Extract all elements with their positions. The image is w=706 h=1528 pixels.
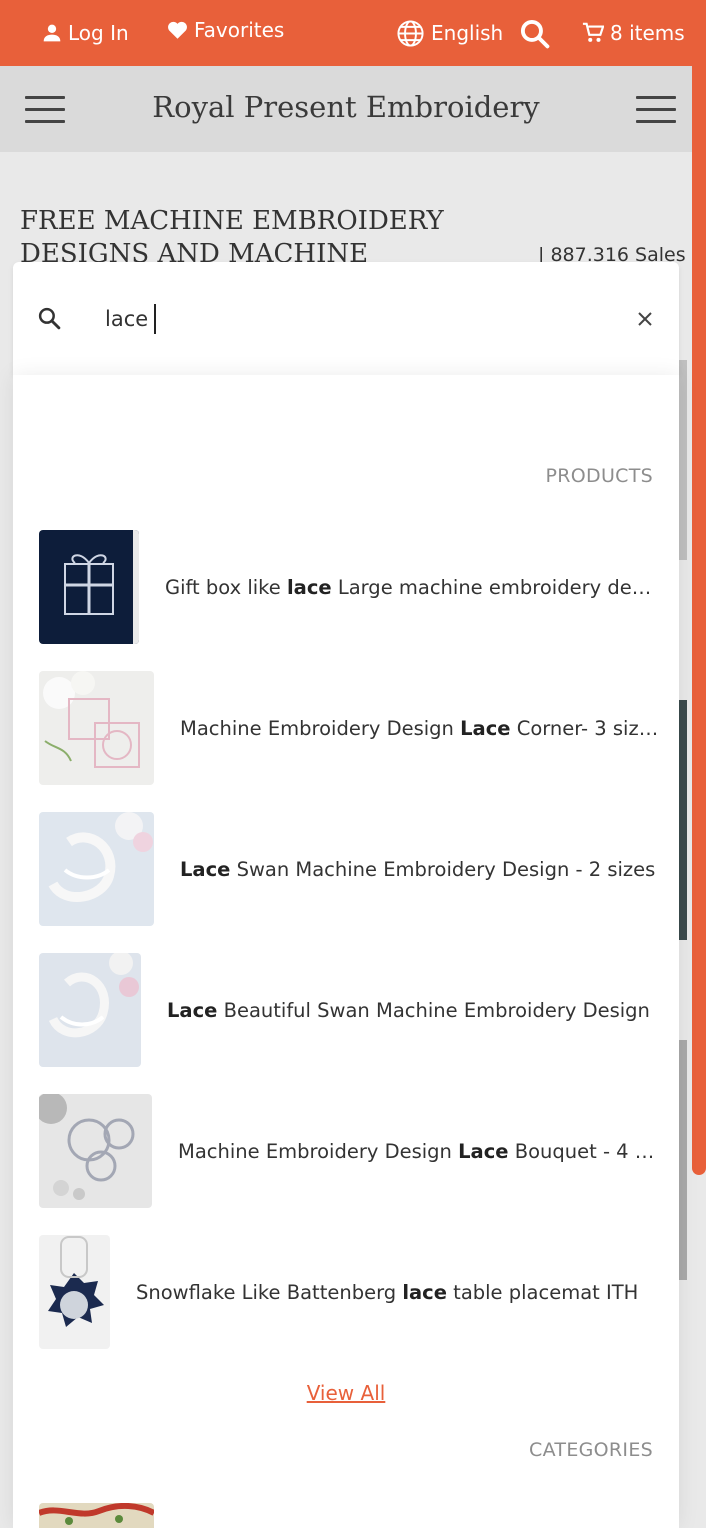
login-label: Log In	[68, 21, 129, 45]
heart-icon	[168, 21, 187, 39]
product-thumbnail	[39, 953, 141, 1067]
product-title: Snowflake Like Battenberg lace table pla…	[136, 1280, 639, 1304]
product-result[interactable]: Machine Embroidery Design Lace Corner- 3…	[39, 670, 659, 786]
search-icon	[520, 19, 550, 48]
text-caret	[154, 304, 156, 334]
search-panel	[13, 262, 679, 375]
favorites-label: Favorites	[194, 18, 285, 42]
product-thumbnail	[39, 812, 154, 926]
search-icon	[38, 307, 61, 330]
view-all-link[interactable]: View All	[13, 1381, 679, 1405]
product-thumbnail	[39, 1094, 152, 1208]
close-icon[interactable]	[637, 311, 653, 327]
favorites-link[interactable]: Favorites	[167, 0, 284, 63]
cart-label: 8 items	[610, 21, 685, 45]
categories-section-label: CATEGORIES	[529, 1439, 653, 1461]
product-title: Machine Embroidery Design Lace Corner- 3…	[180, 716, 659, 740]
product-result[interactable]: Lace Swan Machine Embroidery Design - 2 …	[39, 811, 659, 927]
cart-link[interactable]: 8 items	[582, 0, 685, 66]
site-header: Royal Present Embroidery	[0, 66, 692, 152]
product-thumbnail	[39, 671, 154, 785]
search-button[interactable]	[519, 0, 550, 66]
product-title: Machine Embroidery Design Lace Bouquet -…	[178, 1139, 659, 1163]
search-input[interactable]	[103, 300, 587, 338]
language-selector[interactable]: English	[396, 0, 503, 66]
product-thumbnail	[39, 530, 139, 644]
search-results-dropdown: PRODUCTS Gift box like lace Large machin…	[13, 375, 679, 1528]
product-thumbnail	[39, 1235, 110, 1349]
product-result[interactable]: Gift box like lace Large machine embroid…	[39, 529, 659, 645]
user-icon	[43, 24, 61, 42]
product-title: Lace Beautiful Swan Machine Embroidery D…	[167, 998, 650, 1022]
product-title: Lace Swan Machine Embroidery Design - 2 …	[180, 857, 656, 881]
products-section-label: PRODUCTS	[545, 465, 653, 487]
product-result[interactable]: Lace Beautiful Swan Machine Embroidery D…	[39, 952, 659, 1068]
menu-right-icon[interactable]	[636, 96, 676, 124]
background-image	[679, 1040, 687, 1280]
login-link[interactable]: Log In	[42, 0, 129, 66]
top-bar: Log In Favorites English 8 items	[0, 0, 706, 66]
background-image	[679, 700, 687, 940]
language-label: English	[431, 21, 504, 45]
product-result[interactable]: Machine Embroidery Design Lace Bouquet -…	[39, 1093, 659, 1209]
globe-icon	[397, 19, 424, 47]
scrollbar[interactable]	[692, 0, 706, 1175]
category-thumbnail[interactable]	[39, 1503, 154, 1528]
cart-icon	[582, 22, 604, 42]
product-title: Gift box like lace Large machine embroid…	[165, 575, 659, 599]
background-image	[679, 360, 687, 560]
product-result[interactable]: Snowflake Like Battenberg lace table pla…	[39, 1234, 659, 1350]
brand-title[interactable]: Royal Present Embroidery	[0, 90, 692, 124]
